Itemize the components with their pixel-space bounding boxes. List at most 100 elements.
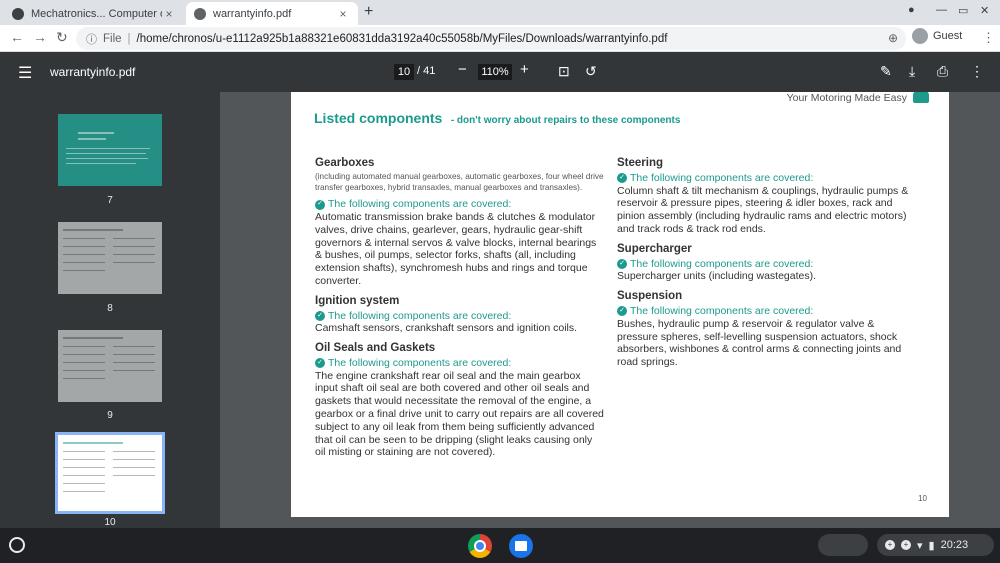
maximize-icon[interactable]: ▭ bbox=[958, 4, 968, 17]
close-window-icon[interactable]: ✕ bbox=[980, 4, 989, 17]
back-icon[interactable]: ← bbox=[10, 29, 24, 45]
page-title: Listed components bbox=[314, 110, 443, 126]
left-column: Gearboxes (including automated manual ge… bbox=[315, 157, 605, 466]
covered-line: ✓ The following components are covered: bbox=[617, 258, 912, 271]
page-number-input[interactable]: 10 bbox=[394, 64, 414, 80]
clock-time: 20:23 bbox=[940, 539, 969, 551]
os-shelf: + + ▾ ▮ 20:23 bbox=[0, 528, 1000, 563]
section-body: Supercharger units (including wastegates… bbox=[617, 270, 817, 283]
section-gearboxes: Gearboxes (including automated manual ge… bbox=[315, 157, 605, 288]
pdf-filename: warrantyinfo.pdf bbox=[50, 65, 136, 79]
covered-label: The following components are covered: bbox=[630, 172, 814, 184]
covered-label: The following components are covered: bbox=[328, 357, 512, 370]
section-body: Automatic transmission brake bands & clu… bbox=[315, 210, 597, 287]
tab-strip: Mechatronics... Computer or not × warran… bbox=[0, 0, 1000, 25]
section-oil-seals: Oil Seals and Gaskets ✓ The following com… bbox=[315, 342, 605, 459]
section-body: Bushes, hydraulic pump & reservoir & reg… bbox=[617, 317, 902, 369]
close-tab-icon[interactable]: × bbox=[336, 7, 350, 21]
check-icon: ✓ bbox=[617, 259, 627, 270]
covered-line: ✓ The following components are covered: bbox=[315, 357, 605, 370]
url-text[interactable]: /home/chronos/u-e1112a925b1a88321e60831d… bbox=[137, 33, 668, 45]
site-favicon-icon bbox=[12, 7, 24, 20]
holding-space-tray[interactable] bbox=[818, 534, 868, 556]
profile-button[interactable]: Guest bbox=[912, 28, 962, 44]
section-heading: Oil Seals and Gaskets bbox=[315, 342, 436, 355]
reload-icon[interactable]: ↻ bbox=[56, 29, 68, 46]
check-icon: ✓ bbox=[617, 173, 627, 184]
thumbnail-page-10[interactable] bbox=[55, 432, 165, 514]
forward-icon[interactable]: → bbox=[33, 29, 47, 45]
covered-line: ✓ The following components are covered: bbox=[617, 172, 912, 185]
check-icon: ✓ bbox=[617, 306, 627, 317]
close-tab-icon[interactable]: × bbox=[162, 7, 176, 21]
pdf-viewer[interactable]: Your Motoring Made Easy Listed component… bbox=[220, 92, 1000, 528]
section-note: (including automated manual gearboxes, a… bbox=[315, 172, 604, 192]
tab-search-icon[interactable]: ● bbox=[908, 4, 915, 16]
check-icon: ✓ bbox=[315, 310, 325, 321]
download-icon[interactable]: ⤓ bbox=[909, 63, 915, 80]
covered-label: The following components are covered: bbox=[630, 305, 814, 318]
section-heading: Steering bbox=[617, 157, 664, 169]
thumbnail-sidebar: 7 8 9 10 bbox=[0, 92, 220, 528]
covered-label: The following components are covered: bbox=[328, 198, 512, 211]
thumbnail-label: 7 bbox=[107, 195, 113, 206]
rotate-icon[interactable]: ↺ bbox=[585, 63, 597, 80]
chrome-menu-icon[interactable]: ⋮ bbox=[982, 30, 995, 46]
wifi-icon: ▾ bbox=[917, 539, 923, 552]
page-heading: Listed components - don't worry about re… bbox=[314, 110, 680, 128]
print-icon[interactable]: ⎙ bbox=[937, 63, 948, 80]
address-bar[interactable]: ⓘ File | /home/chronos/u-e1112a925b1a883… bbox=[76, 27, 906, 50]
pdf-toolbar: ☰ warrantyinfo.pdf 10 / 41 − 110% + ⊡ ↺ … bbox=[0, 52, 1000, 92]
info-icon[interactable]: ⓘ bbox=[86, 31, 97, 47]
profile-label: Guest bbox=[933, 30, 963, 42]
thumbnail-page-7[interactable] bbox=[58, 114, 162, 186]
covered-label: The following components are covered: bbox=[328, 309, 512, 322]
pen-icon[interactable]: ✎ bbox=[880, 63, 892, 80]
zoom-input[interactable]: 110% bbox=[478, 64, 512, 80]
covered-label: The following components are covered: bbox=[630, 257, 814, 270]
section-heading: Gearboxes bbox=[315, 157, 375, 169]
zoom-icon[interactable]: ⊕ bbox=[888, 31, 898, 45]
new-tab-button[interactable]: + bbox=[364, 3, 373, 21]
files-app-icon[interactable] bbox=[509, 534, 533, 558]
launcher-icon[interactable] bbox=[9, 537, 25, 553]
section-body: Column shaft & tilt mechanism & coupling… bbox=[617, 184, 909, 235]
avatar-icon bbox=[912, 28, 928, 44]
brand-tagline: Your Motoring Made Easy bbox=[786, 92, 907, 104]
right-column: Steering ✓ The following components are c… bbox=[617, 157, 912, 376]
page-subtitle: - don't worry about repairs to these com… bbox=[450, 115, 681, 126]
covered-line: ✓ The following components are covered: bbox=[315, 198, 605, 211]
car-logo-icon bbox=[913, 92, 929, 103]
section-heading: Suspension bbox=[617, 290, 683, 303]
add-circle-icon: + bbox=[901, 540, 911, 550]
tab-warrantyinfo[interactable]: warrantyinfo.pdf × bbox=[186, 2, 358, 25]
tab-title: warrantyinfo.pdf bbox=[213, 7, 292, 20]
section-ignition: Ignition system ✓ The following component… bbox=[315, 295, 605, 335]
more-options-icon[interactable]: ⋮ bbox=[970, 63, 984, 80]
add-circle-icon: + bbox=[885, 540, 895, 550]
tab-mechatronics[interactable]: Mechatronics... Computer or not × bbox=[4, 2, 184, 25]
chrome-app-icon[interactable] bbox=[468, 534, 492, 558]
hamburger-icon[interactable]: ☰ bbox=[18, 63, 32, 83]
page-number: 10 bbox=[918, 494, 927, 503]
thumbnail-label: 10 bbox=[104, 517, 116, 528]
section-body: Camshaft sensors, crankshaft sensors and… bbox=[315, 322, 578, 335]
thumbnail-page-8[interactable] bbox=[58, 222, 162, 294]
check-icon: ✓ bbox=[315, 358, 325, 369]
globe-icon bbox=[194, 7, 206, 20]
fit-page-icon[interactable]: ⊡ bbox=[558, 63, 570, 80]
covered-line: ✓ The following components are covered: bbox=[617, 305, 912, 318]
section-steering: Steering ✓ The following components are c… bbox=[617, 157, 912, 236]
url-separator: | bbox=[127, 32, 131, 45]
url-scheme: File bbox=[103, 32, 122, 45]
thumbnail-label: 9 bbox=[107, 410, 113, 421]
status-tray[interactable]: + + ▾ ▮ 20:23 bbox=[877, 534, 994, 556]
covered-line: ✓ The following components are covered: bbox=[315, 310, 605, 323]
section-body: The engine crankshaft rear oil seal and … bbox=[315, 369, 604, 459]
zoom-in-icon[interactable]: + bbox=[520, 61, 529, 78]
zoom-out-icon[interactable]: − bbox=[458, 61, 467, 78]
page-total: / 41 bbox=[417, 65, 436, 77]
thumbnail-label: 8 bbox=[107, 303, 113, 314]
minimize-icon[interactable]: — bbox=[936, 4, 947, 16]
thumbnail-page-9[interactable] bbox=[58, 330, 162, 402]
